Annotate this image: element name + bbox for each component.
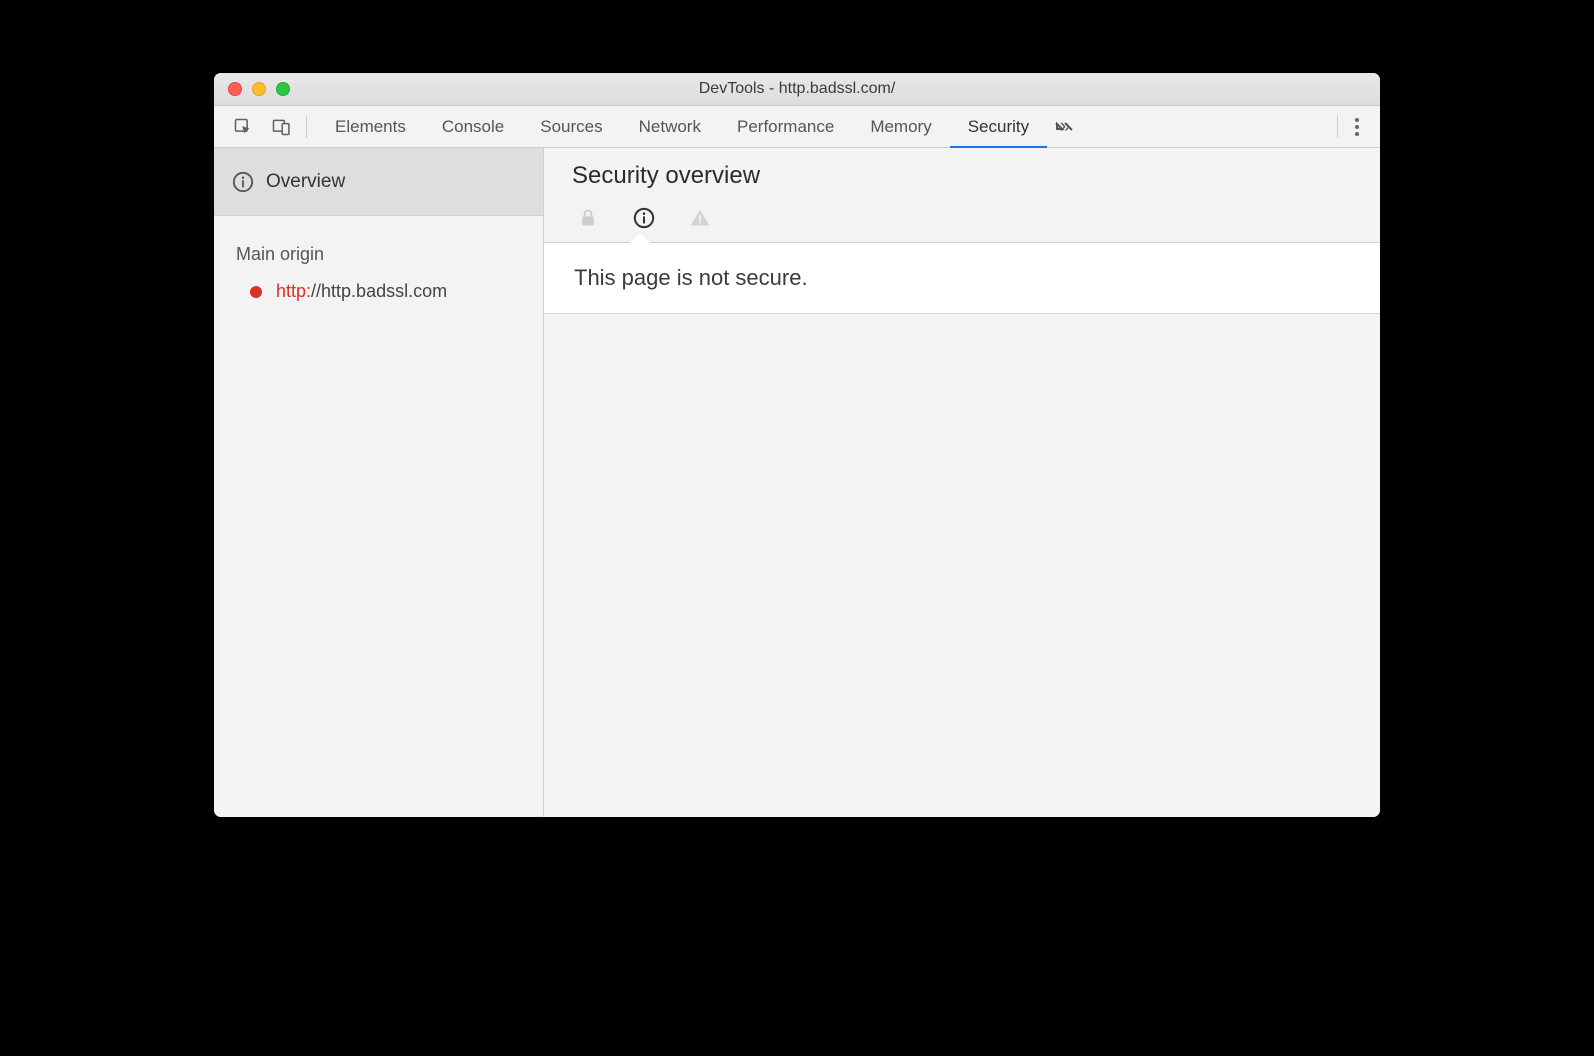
security-sidebar: Overview Main origin http://http.badssl.… <box>214 148 544 817</box>
tab-memory[interactable]: Memory <box>852 106 949 147</box>
tab-label: Elements <box>335 117 406 137</box>
tab-label: Performance <box>737 117 834 137</box>
zoom-window-button[interactable] <box>276 82 290 96</box>
security-message: This page is not secure. <box>574 265 808 290</box>
sidebar-item-origin[interactable]: http://http.badssl.com <box>214 275 543 308</box>
info-icon <box>632 206 656 230</box>
carat-icon <box>630 233 650 243</box>
origin-url: http://http.badssl.com <box>276 281 447 302</box>
overflow-tabs-icon[interactable]: » <box>1053 116 1075 138</box>
info-icon <box>232 171 254 193</box>
tab-sources[interactable]: Sources <box>522 106 620 147</box>
security-message-panel: This page is not secure. <box>544 243 1380 314</box>
status-dot-icon <box>250 286 262 298</box>
tab-label: Security <box>968 117 1029 137</box>
close-window-button[interactable] <box>228 82 242 96</box>
tab-performance[interactable]: Performance <box>719 106 852 147</box>
tab-elements[interactable]: Elements <box>317 106 424 147</box>
origin-host: //http.badssl.com <box>311 281 447 301</box>
warning-triangle-icon <box>688 206 712 230</box>
window-title: DevTools - http.badssl.com/ <box>214 80 1380 98</box>
minimize-window-button[interactable] <box>252 82 266 96</box>
main-header: Security overview <box>544 148 1380 242</box>
tab-security[interactable]: Security <box>950 106 1047 147</box>
overview-label: Overview <box>266 171 345 193</box>
sidebar-item-overview[interactable]: Overview <box>214 148 543 216</box>
tab-network[interactable]: Network <box>621 106 719 147</box>
divider <box>1337 116 1338 138</box>
devtools-tabbar: Elements Console Sources Network Perform… <box>214 106 1380 148</box>
lock-icon <box>576 206 600 230</box>
security-status-icons <box>572 190 1352 242</box>
panel-body: Overview Main origin http://http.badssl.… <box>214 148 1380 817</box>
tab-label: Sources <box>540 117 602 137</box>
titlebar: DevTools - http.badssl.com/ <box>214 73 1380 106</box>
inspect-element-icon[interactable] <box>232 116 254 138</box>
sidebar-section-label: Main origin <box>214 216 543 275</box>
settings-menu-icon[interactable] <box>1344 118 1370 136</box>
panel-tabs: Elements Console Sources Network Perform… <box>317 106 1047 147</box>
security-main: Security overview <box>544 148 1380 817</box>
tab-label: Console <box>442 117 504 137</box>
tab-console[interactable]: Console <box>424 106 522 147</box>
tab-label: Memory <box>870 117 931 137</box>
device-toolbar-icon[interactable] <box>270 116 292 138</box>
tab-label: Network <box>639 117 701 137</box>
devtools-window: DevTools - http.badssl.com/ Elements Con… <box>214 73 1380 817</box>
security-overview-title: Security overview <box>572 162 1352 190</box>
traffic-lights <box>214 82 290 96</box>
origin-scheme: http: <box>276 281 311 301</box>
divider <box>306 116 307 138</box>
